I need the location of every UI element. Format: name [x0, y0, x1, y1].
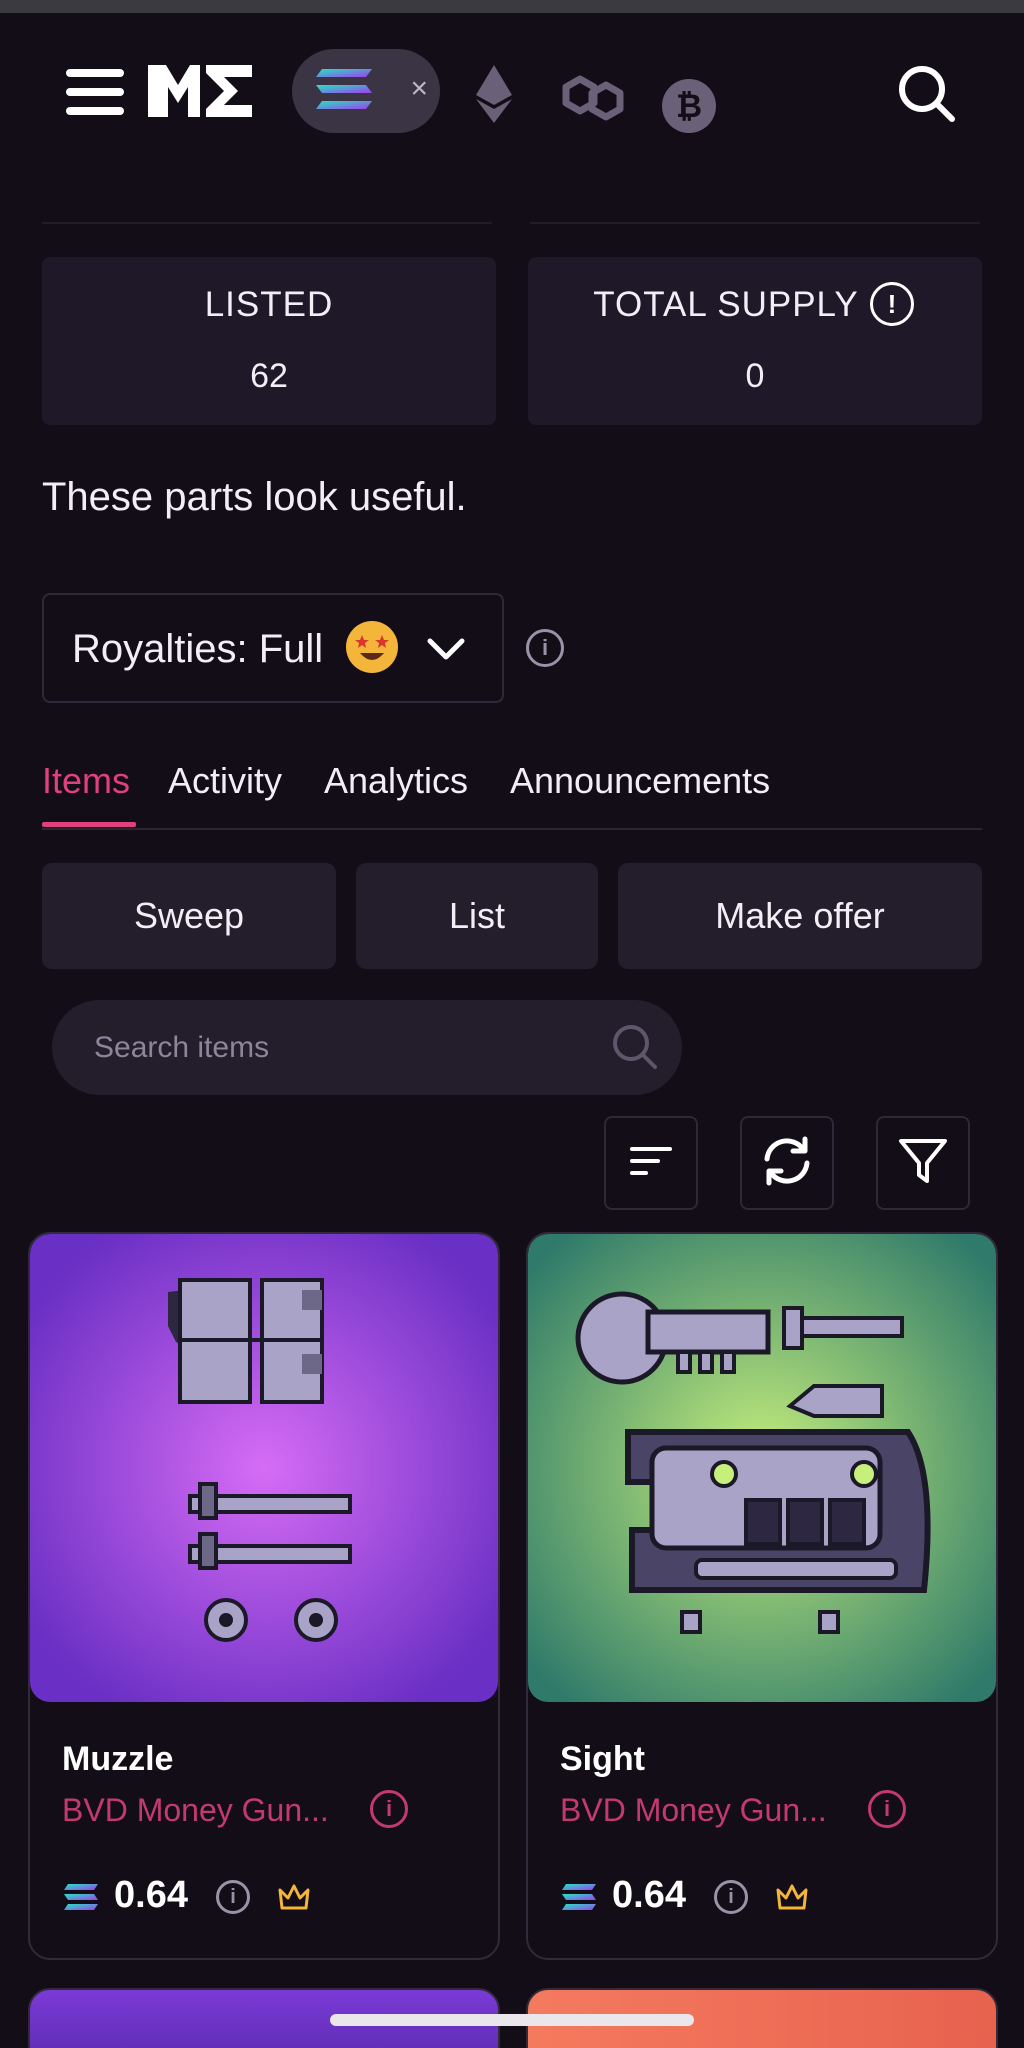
sort-button[interactable] — [604, 1116, 698, 1210]
home-indicator — [330, 2014, 694, 2026]
search-items-box — [52, 1000, 682, 1095]
search-input[interactable] — [94, 1024, 594, 1072]
collection-info-icon[interactable]: i — [370, 1790, 408, 1828]
status-strip — [0, 0, 1024, 13]
royalties-info-icon[interactable]: i — [526, 629, 564, 667]
top-navbar: × ₿ — [0, 13, 1024, 183]
magic-eden-logo[interactable] — [144, 55, 256, 130]
bitcoin-icon[interactable]: ₿ — [662, 79, 716, 133]
nft-card-muzzle[interactable]: Muzzle BVD Money Gun... i 0.64 i — [28, 1232, 500, 1960]
nft-collection-link[interactable]: BVD Money Gun... — [560, 1792, 827, 1829]
search-icon[interactable] — [896, 63, 958, 130]
nft-collection-link[interactable]: BVD Money Gun... — [62, 1792, 329, 1829]
tab-announcements[interactable]: Announcements — [510, 760, 770, 802]
royalties-dropdown[interactable]: Royalties: Full — [42, 593, 504, 703]
star-struck-emoji-icon — [346, 621, 398, 673]
divider — [530, 222, 980, 224]
crown-icon — [774, 1882, 810, 1917]
tab-items[interactable]: Items — [42, 760, 130, 802]
sweep-button[interactable]: Sweep — [42, 863, 336, 969]
collection-info-icon[interactable]: i — [868, 1790, 906, 1828]
solana-icon — [312, 65, 376, 118]
menu-icon[interactable] — [66, 69, 124, 115]
listed-value: 62 — [250, 357, 288, 395]
ethereum-icon[interactable] — [474, 63, 514, 130]
page: × ₿ LISTED 62 TOTAL SUPPLY 0 ! These par… — [0, 0, 1024, 2048]
royalties-label: Royalties: Full — [72, 627, 324, 671]
crown-icon — [276, 1882, 312, 1917]
tab-analytics[interactable]: Analytics — [324, 760, 468, 802]
nft-image-sight — [528, 1234, 996, 1702]
filter-icon — [897, 1135, 949, 1192]
tab-activity[interactable]: Activity — [168, 760, 282, 802]
total-supply-info-icon[interactable]: ! — [870, 282, 914, 326]
price-info-icon[interactable]: i — [714, 1880, 748, 1914]
price-info-icon[interactable]: i — [216, 1880, 250, 1914]
filter-button[interactable] — [876, 1116, 970, 1210]
listed-label: LISTED — [204, 285, 334, 324]
active-tab-indicator — [42, 822, 136, 827]
divider — [42, 222, 492, 224]
nft-name: Muzzle — [62, 1740, 174, 1778]
collection-tabs: Items Activity Analytics Announcements — [42, 760, 982, 830]
solana-icon — [62, 1882, 100, 1917]
chevron-down-icon — [426, 629, 466, 674]
nft-image-muzzle — [30, 1234, 498, 1702]
sort-icon — [628, 1143, 674, 1184]
refresh-button[interactable] — [740, 1116, 834, 1210]
nft-name: Sight — [560, 1740, 645, 1778]
total-supply-stat-card: TOTAL SUPPLY 0 — [528, 257, 982, 425]
polygon-icon[interactable] — [560, 71, 626, 128]
listed-stat-card: LISTED 62 — [42, 257, 496, 425]
collection-description: These parts look useful. — [42, 475, 467, 519]
nft-price: 0.64 — [612, 1874, 686, 1916]
close-icon[interactable]: × — [410, 69, 428, 109]
nft-card-sight[interactable]: Sight BVD Money Gun... i 0.64 i — [526, 1232, 998, 1960]
solana-chain-chip[interactable]: × — [292, 49, 440, 133]
make-offer-button[interactable]: Make offer — [618, 863, 982, 969]
total-supply-value: 0 — [745, 357, 765, 395]
solana-icon — [560, 1882, 598, 1917]
nft-price: 0.64 — [114, 1874, 188, 1916]
search-icon[interactable] — [610, 1022, 660, 1077]
list-button[interactable]: List — [356, 863, 598, 969]
refresh-icon — [759, 1133, 815, 1194]
